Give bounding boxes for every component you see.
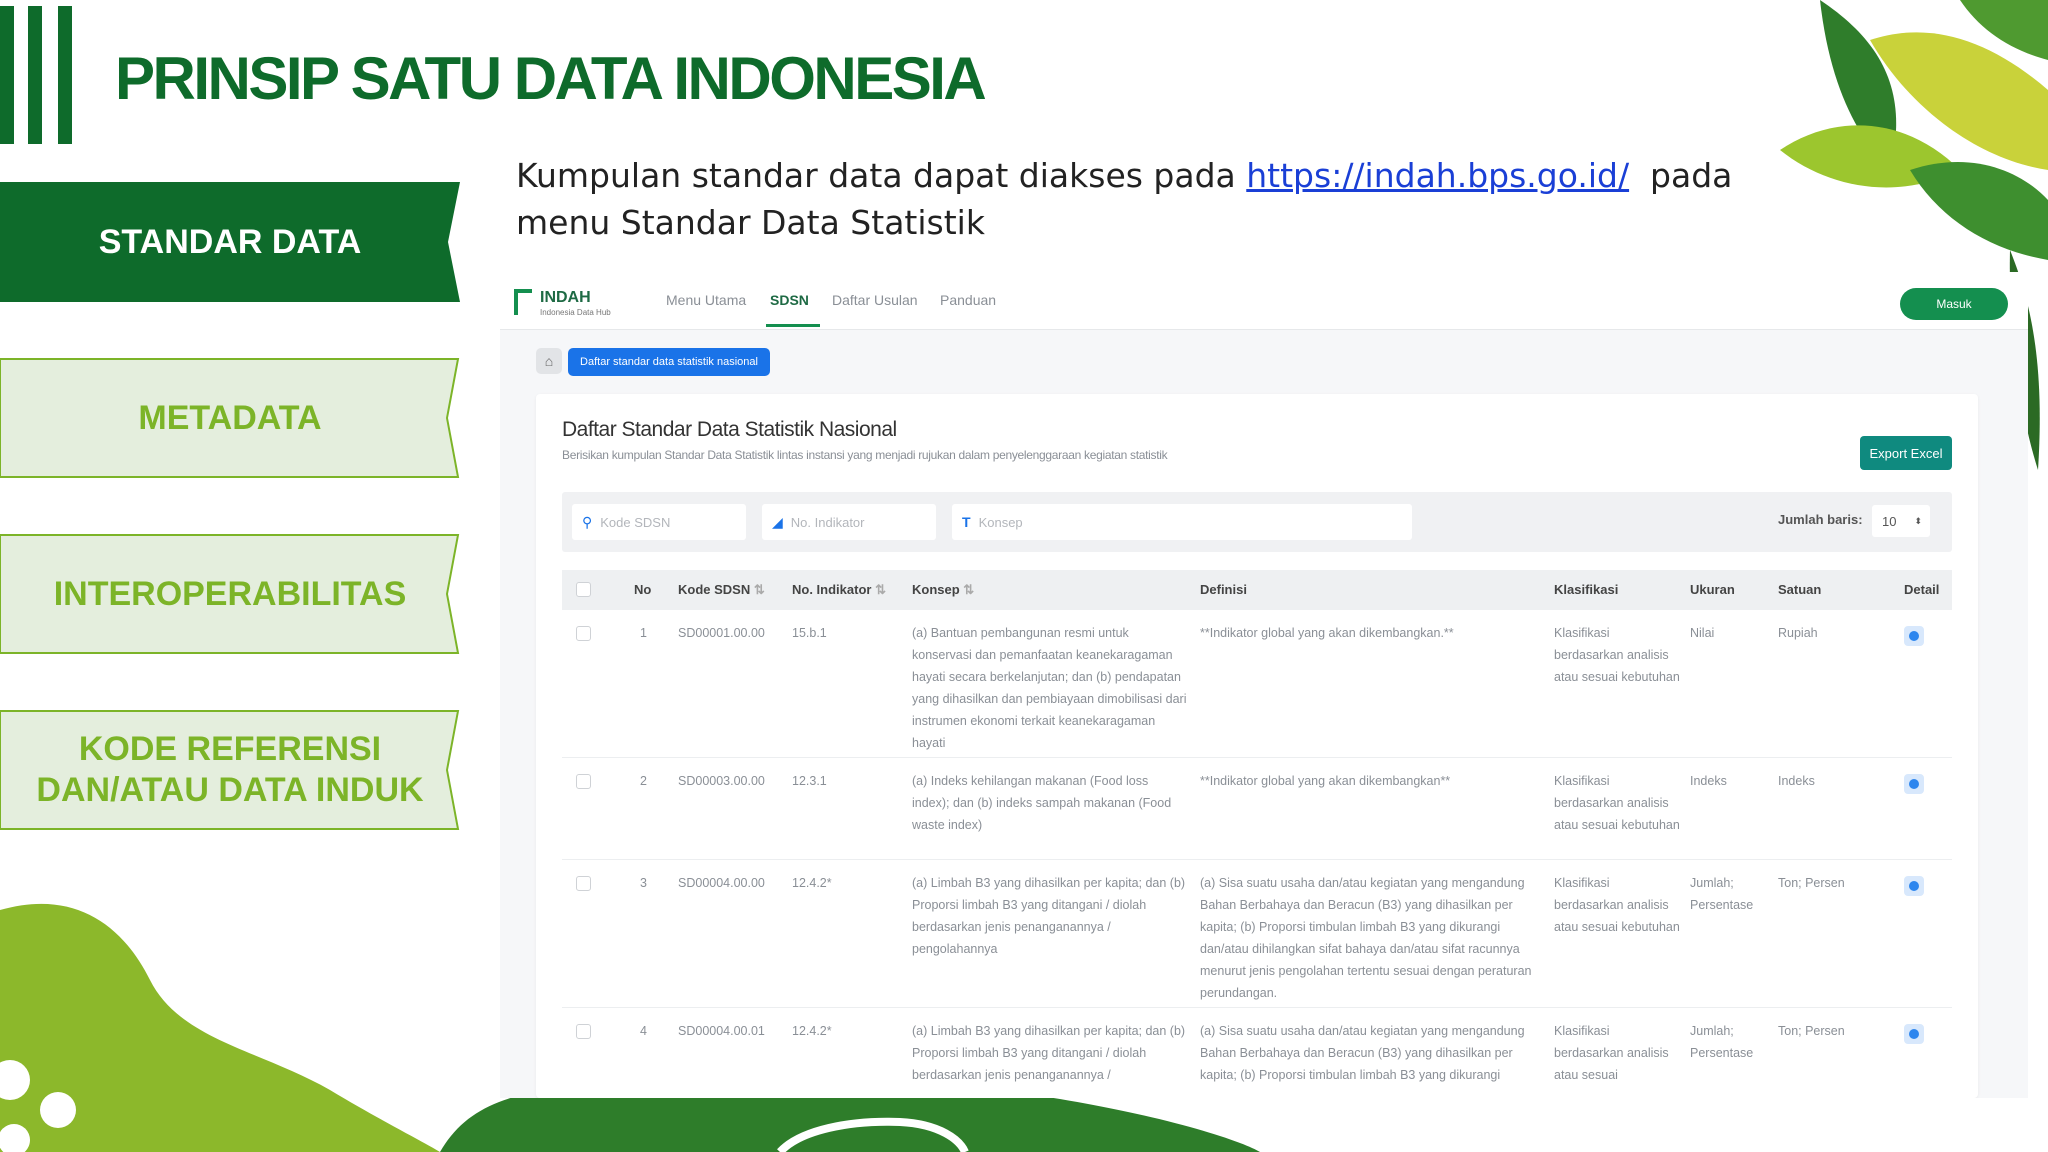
page-title: PRINSIP SATU DATA INDONESIA <box>115 45 987 112</box>
table-header: No Kode SDSN ⇅ No. Indikator ⇅ Konsep ⇅ … <box>562 570 1952 610</box>
col-definisi: Definisi <box>1200 582 1247 597</box>
menu-item-daftar-usulan[interactable]: Daftar Usulan <box>832 292 918 308</box>
app-brand-sub: Indonesia Data Hub <box>540 308 611 317</box>
nav-tab-metadata[interactable]: METADATA <box>0 358 460 478</box>
sort-icon: ⇅ <box>753 582 765 597</box>
table-row: 1 SD00001.00.00 15.b.1 (a) Bantuan pemba… <box>562 610 1952 758</box>
chart-icon: ◢ <box>772 513 783 530</box>
home-icon[interactable]: ⌂ <box>536 348 562 374</box>
indah-logo-icon <box>514 289 532 315</box>
rows-label: Jumlah baris: <box>1778 512 1863 527</box>
table-row: 3 SD00004.00.00 12.4.2* (a) Limbah B3 ya… <box>562 860 1952 1008</box>
text-icon: T <box>962 514 971 530</box>
col-ukuran: Ukuran <box>1690 582 1735 597</box>
nav-tab-standar-data[interactable]: STANDAR DATA <box>0 182 460 302</box>
rows-per-page-select[interactable]: 10 ⬍ <box>1872 505 1930 537</box>
select-all-checkbox[interactable] <box>576 582 591 597</box>
app-brand[interactable]: INDAH <box>540 289 591 307</box>
row-checkbox[interactable] <box>576 626 591 641</box>
detail-eye-icon[interactable] <box>1904 1024 1924 1044</box>
nav-tab-interoperabilitas[interactable]: INTEROPERABILITAS <box>0 534 460 654</box>
nav-tab-label: STANDAR DATA <box>98 222 362 261</box>
detail-eye-icon[interactable] <box>1904 876 1924 896</box>
login-button[interactable]: Masuk <box>1900 288 2008 320</box>
sdsn-card: Daftar Standar Data Statistik Nasional B… <box>536 394 1978 1098</box>
col-detail: Detail <box>1904 582 1940 597</box>
kode-sdsn-input[interactable]: ⚲ Kode SDSN <box>572 504 746 540</box>
indah-link[interactable]: https://indah.bps.go.id/ <box>1246 156 1629 195</box>
export-excel-button[interactable]: Export Excel <box>1860 436 1952 470</box>
menu-item-menu-utama[interactable]: Menu Utama <box>666 292 746 308</box>
row-checkbox[interactable] <box>576 774 591 789</box>
menu-item-sdsn[interactable]: SDSN <box>770 292 809 308</box>
key-icon: ⚲ <box>582 513 593 530</box>
app-screenshot: INDAH Indonesia Data Hub Menu Utama SDSN… <box>500 272 2028 1098</box>
no-indikator-input[interactable]: ◢ No. Indikator <box>762 504 936 540</box>
sort-icon: ⇅ <box>963 582 975 597</box>
nav-tab-label: METADATA <box>138 398 322 437</box>
nav-tab-label: KODE REFERENSI DAN/ATAU DATA INDUK <box>36 730 424 809</box>
konsep-input[interactable]: T Konsep <box>952 504 1412 540</box>
col-no-indikator[interactable]: No. Indikator ⇅ <box>792 582 886 598</box>
detail-eye-icon[interactable] <box>1904 774 1924 794</box>
col-kode-sdsn[interactable]: Kode SDSN ⇅ <box>678 582 765 598</box>
description-text: Kumpulan standar data dapat diakses pada… <box>516 156 1743 242</box>
col-satuan: Satuan <box>1778 582 1822 597</box>
breadcrumb[interactable]: Daftar standar data statistik nasional <box>568 348 770 376</box>
app-navbar: INDAH Indonesia Data Hub Menu Utama SDSN… <box>500 272 2028 330</box>
col-konsep[interactable]: Konsep ⇅ <box>912 582 974 598</box>
nav-tab-label: INTEROPERABILITAS <box>53 574 407 613</box>
card-title: Daftar Standar Data Statistik Nasional <box>562 418 897 441</box>
detail-eye-icon[interactable] <box>1904 626 1924 646</box>
filter-bar: ⚲ Kode SDSN ◢ No. Indikator T Konsep Jum… <box>562 492 1952 552</box>
sort-icon: ⇅ <box>875 582 886 597</box>
menu-item-panduan[interactable]: Panduan <box>940 292 996 308</box>
col-klasifikasi: Klasifikasi <box>1554 582 1619 597</box>
row-checkbox[interactable] <box>576 1024 591 1039</box>
card-subtitle: Berisikan kumpulan Standar Data Statisti… <box>562 448 1168 462</box>
active-menu-underline <box>766 324 820 327</box>
col-no: No <box>634 582 652 597</box>
chevron-updown-icon: ⬍ <box>1914 515 1922 526</box>
table-row: 4 SD00004.00.01 12.4.2* (a) Limbah B3 ya… <box>562 1008 1952 1098</box>
table-row: 2 SD00003.00.00 12.3.1 (a) Indeks kehila… <box>562 758 1952 860</box>
row-checkbox[interactable] <box>576 876 591 891</box>
nav-tab-kode-referensi[interactable]: KODE REFERENSI DAN/ATAU DATA INDUK <box>0 710 460 830</box>
